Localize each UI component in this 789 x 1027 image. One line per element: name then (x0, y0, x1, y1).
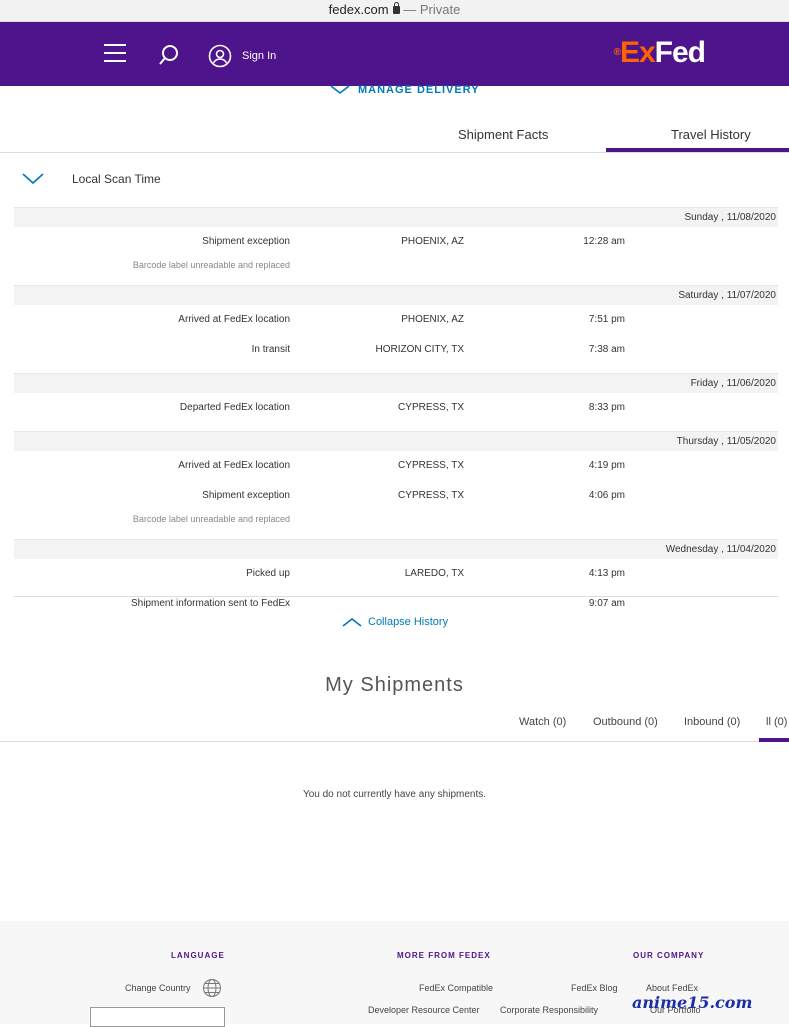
globe-icon (203, 979, 221, 997)
footer-heading-our-company: OUR COMPANY (633, 951, 705, 960)
history-event-row: 7:38 am HORIZON CITY, TX In transit (14, 335, 778, 365)
event-location: PHOENIX, AZ (401, 314, 464, 325)
divider (14, 596, 778, 597)
footer-link-fedex-blog[interactable]: FedEx Blog (571, 983, 618, 993)
event-time: 9:07 am (588, 598, 625, 609)
local-scan-time-toggle[interactable]: Local Scan Time (22, 172, 161, 186)
event-time: 4:06 pm (588, 490, 625, 501)
event-time: 4:13 pm (588, 568, 625, 579)
event-time: 7:38 am (588, 344, 625, 355)
history-date-row: Thursday , 11/05/2020 (14, 431, 778, 451)
footer-heading-language: LANGUAGE (171, 951, 225, 960)
footer-link-about-fedex[interactable]: About FedEx (646, 983, 698, 993)
event-location: PHOENIX, AZ (401, 236, 464, 247)
history-event-row: 4:06 pm CYPRESS, TX Shipment exception (14, 481, 778, 511)
history-event-row: 9:07 am Shipment information sent to Fed… (14, 589, 778, 619)
shipment-tabs: Watch (0) Outbound (0) Inbound (0) ll (0… (0, 708, 789, 742)
tab-shipment-facts[interactable]: Shipment Facts (458, 127, 548, 142)
event-status: Picked up (246, 568, 290, 579)
tab-inbound[interactable]: Inbound (0) (684, 716, 740, 728)
empty-shipments-message: You do not currently have any shipments. (302, 789, 487, 800)
collapse-history-link[interactable]: Collapse History (342, 616, 448, 628)
my-shipments-title: My Shipments (325, 674, 464, 696)
history-event-row: 4:19 pm CYPRESS, TX Arrived at FedEx loc… (14, 451, 778, 481)
tab-all[interactable]: ll (0) (766, 716, 787, 728)
tab-travel-history[interactable]: Travel History (671, 127, 751, 142)
sign-in-label: Sign In (242, 50, 277, 62)
chevron-down-icon (330, 85, 350, 95)
logo-fed: Fed (654, 36, 706, 69)
history-event-row: 4:13 pm LAREDO, TX Picked up (14, 559, 778, 589)
event-status: Arrived at FedEx location (178, 314, 290, 325)
event-location: CYPRESS, TX (398, 490, 464, 501)
history-event-row: 8:33 pm CYPRESS, TX Departed FedEx locat… (14, 393, 778, 423)
active-tab-indicator (759, 738, 789, 742)
lock-icon (392, 2, 400, 14)
event-time: 7:51 pm (588, 314, 625, 325)
tab-outbound[interactable]: Outbound (0) (593, 716, 658, 728)
language-select[interactable] (90, 1007, 225, 1027)
event-note: Barcode label unreadable and replaced (132, 260, 290, 270)
search-icon[interactable] (158, 44, 180, 66)
sign-in-button[interactable]: Sign In (208, 44, 276, 68)
menu-icon[interactable] (104, 44, 126, 62)
change-country-link[interactable]: Change Country (125, 983, 191, 993)
tracking-tabs: Shipment Facts Travel History (0, 115, 789, 153)
event-status: Shipment information sent to FedEx (131, 598, 290, 609)
event-status: Shipment exception (202, 490, 290, 501)
url-text: fedex.com (328, 2, 389, 17)
event-location: LAREDO, TX (404, 568, 464, 579)
event-note: Barcode label unreadable and replaced (132, 514, 290, 524)
fedex-logo[interactable]: ®ExFed (614, 36, 706, 69)
separator: — (403, 2, 417, 17)
footer-link-developer-resource-center[interactable]: Developer Resource Center (368, 1005, 480, 1015)
event-status: Departed FedEx location (179, 402, 290, 413)
event-status: Shipment exception (202, 236, 290, 247)
tab-watch[interactable]: Watch (0) (519, 716, 566, 728)
footer-link-fedex-compatible[interactable]: FedEx Compatible (419, 983, 493, 993)
history-event-row: 12:28 am PHOENIX, AZ Shipment exception (14, 227, 778, 257)
history-date-row: Friday , 11/06/2020 (14, 373, 778, 393)
history-date-row: Saturday , 11/07/2020 (14, 285, 778, 305)
event-status: In transit (251, 344, 290, 355)
collapse-history-label: Collapse History (368, 616, 449, 628)
private-mode-label: Private (419, 2, 461, 17)
browser-address-bar[interactable]: fedex.com — Private (0, 0, 789, 22)
site-footer: OUR COMPANY MORE FROM FEDEX LANGUAGE Abo… (0, 921, 789, 1027)
event-time: 12:28 am (583, 236, 625, 247)
event-location: CYPRESS, TX (398, 460, 464, 471)
event-status: Arrived at FedEx location (178, 460, 290, 471)
local-scan-time-label: Local Scan Time (72, 172, 161, 186)
event-location: HORIZON CITY, TX (375, 344, 464, 355)
event-time: 4:19 pm (588, 460, 625, 471)
user-icon (208, 44, 232, 68)
active-tab-indicator (606, 148, 789, 152)
chevron-down-icon (22, 173, 44, 185)
event-time: 8:33 pm (588, 402, 625, 413)
manage-delivery-label: MANAGE DELIVERY (358, 84, 480, 96)
event-location: CYPRESS, TX (398, 402, 464, 413)
footer-link-corporate-responsibility[interactable]: Corporate Responsibility (500, 1005, 598, 1015)
chevron-up-icon (342, 617, 362, 627)
travel-history-table: Sunday , 11/08/2020 12:28 am PHOENIX, AZ… (14, 207, 778, 619)
history-date-row: Wednesday , 11/04/2020 (14, 539, 778, 559)
history-event-row: 7:51 pm PHOENIX, AZ Arrived at FedEx loc… (14, 305, 778, 335)
manage-delivery-toggle[interactable]: MANAGE DELIVERY (330, 84, 480, 96)
history-date-row: Sunday , 11/08/2020 (14, 207, 778, 227)
watermark: anime15.com (632, 993, 753, 1012)
footer-heading-more-from-fedex: MORE FROM FEDEX (397, 951, 491, 960)
logo-ex: Ex (619, 36, 656, 69)
